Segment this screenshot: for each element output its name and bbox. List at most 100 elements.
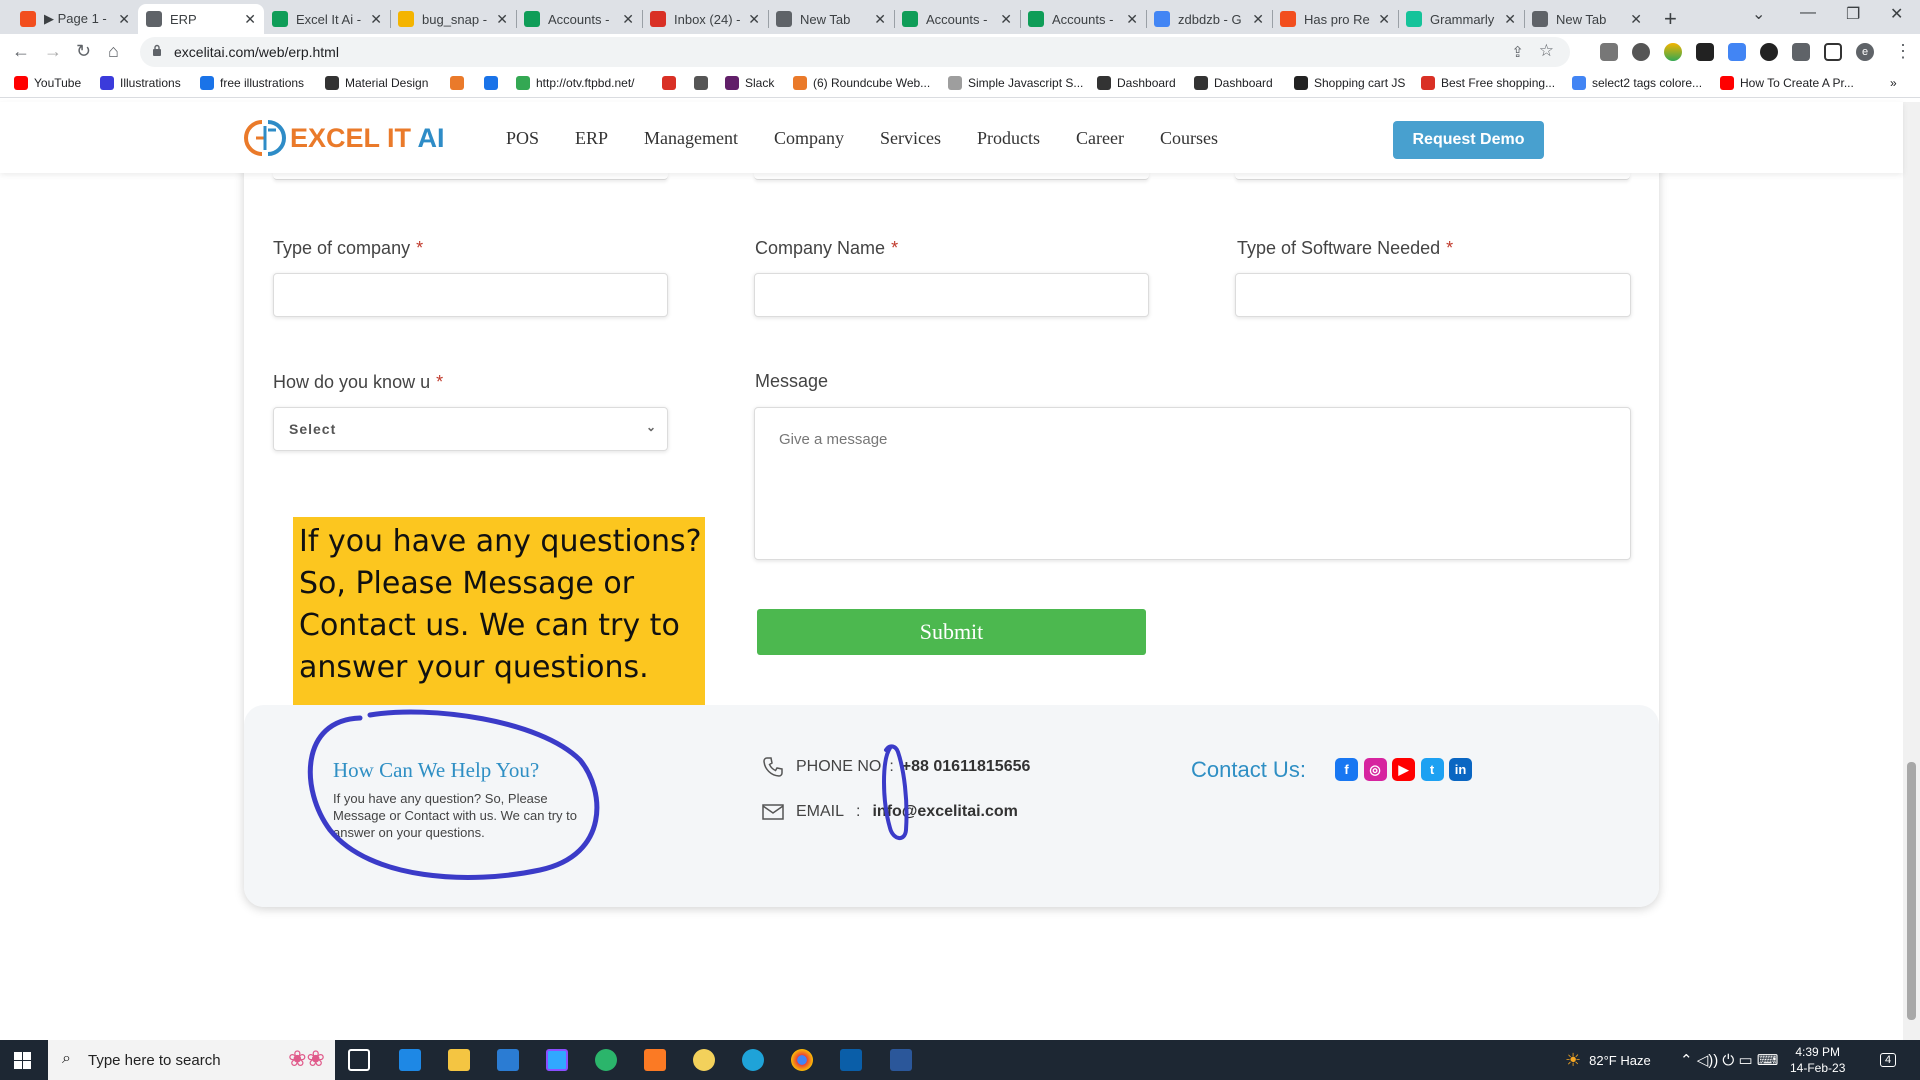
browser-tab[interactable]: New Tab ✕ bbox=[1524, 4, 1650, 34]
whatsapp-icon[interactable] bbox=[595, 1049, 617, 1071]
software-needed-input[interactable] bbox=[1235, 273, 1631, 317]
tab-search-icon[interactable]: ⌄ bbox=[1752, 4, 1765, 24]
facebook-icon[interactable]: f bbox=[1335, 758, 1358, 781]
screenshot-extension-icon[interactable] bbox=[1600, 43, 1618, 61]
back-icon[interactable]: ← bbox=[12, 41, 30, 62]
request-demo-button[interactable]: Request Demo bbox=[1393, 121, 1544, 159]
browser-tab[interactable]: bug_snap - ✕ bbox=[390, 4, 516, 34]
bookmark-item[interactable]: select2 tags colore... bbox=[1572, 76, 1702, 90]
tab-close-icon[interactable]: ✕ bbox=[748, 11, 760, 28]
bookmark-item[interactable]: Dashboard bbox=[1097, 76, 1176, 90]
tab-close-icon[interactable]: ✕ bbox=[1504, 11, 1516, 28]
bookmark-star-icon[interactable]: ☆ bbox=[1539, 41, 1554, 61]
browser-tab[interactable]: zdbdzb - G ✕ bbox=[1146, 4, 1272, 34]
translate-extension-icon[interactable] bbox=[1728, 43, 1746, 61]
previous-row-input[interactable] bbox=[754, 172, 1149, 180]
extension-icon[interactable] bbox=[1632, 43, 1650, 61]
extensions-puzzle-icon[interactable] bbox=[1792, 43, 1810, 61]
bookmark-item[interactable]: YouTube bbox=[14, 76, 81, 90]
bookmark-item[interactable] bbox=[694, 76, 714, 90]
weather-widget[interactable]: ☀ 82°F Haze bbox=[1565, 1040, 1651, 1080]
tab-close-icon[interactable]: ✕ bbox=[622, 11, 634, 28]
nav-company[interactable]: Company bbox=[774, 128, 844, 149]
browser-tab[interactable]: Accounts - ✕ bbox=[894, 4, 1020, 34]
new-tab-button[interactable]: + bbox=[1664, 6, 1677, 32]
task-view-icon[interactable] bbox=[348, 1049, 370, 1071]
bookmark-item[interactable] bbox=[484, 76, 504, 90]
word-icon[interactable] bbox=[890, 1049, 912, 1071]
bookmark-item[interactable]: http://otv.ftpbd.net/ bbox=[516, 76, 635, 90]
bookmark-item[interactable]: Illustrations bbox=[100, 76, 181, 90]
excel-it-ai-logo[interactable]: EXCEL IT AI bbox=[242, 118, 445, 158]
bookmark-item[interactable]: How To Create A Pr... bbox=[1720, 76, 1854, 90]
scrollbar-thumb[interactable] bbox=[1907, 762, 1916, 1020]
chrome-icon[interactable] bbox=[791, 1049, 813, 1071]
vscode-icon[interactable] bbox=[497, 1049, 519, 1071]
close-window-button[interactable]: ✕ bbox=[1890, 4, 1903, 24]
bookmark-item[interactable]: Material Design bbox=[325, 76, 428, 90]
type-of-company-input[interactable] bbox=[273, 273, 668, 317]
instagram-icon[interactable]: ◎ bbox=[1363, 758, 1387, 781]
nav-products[interactable]: Products bbox=[977, 128, 1040, 149]
submit-button[interactable]: Submit bbox=[757, 609, 1146, 655]
how-know-us-select[interactable]: Select ⌄ bbox=[273, 407, 668, 451]
phone-value[interactable]: +88 01611815656 bbox=[902, 758, 1031, 776]
grammarly-extension-icon[interactable] bbox=[1760, 43, 1778, 61]
bookmark-item[interactable]: Simple Javascript S... bbox=[948, 76, 1083, 90]
bookmark-item[interactable] bbox=[662, 76, 682, 90]
tab-close-icon[interactable]: ✕ bbox=[1378, 11, 1390, 28]
browser-tab[interactable]: Accounts - ✕ bbox=[516, 4, 642, 34]
bookmark-item[interactable]: free illustrations bbox=[200, 76, 304, 90]
share-icon[interactable]: ⇪ bbox=[1511, 43, 1524, 61]
nav-services[interactable]: Services bbox=[880, 128, 941, 149]
tab-close-icon[interactable]: ✕ bbox=[1000, 11, 1012, 28]
twitter-icon[interactable]: t bbox=[1420, 758, 1444, 781]
message-textarea[interactable]: Give a message bbox=[754, 407, 1631, 560]
nav-erp[interactable]: ERP bbox=[575, 128, 608, 149]
bookmark-item[interactable]: Best Free shopping... bbox=[1421, 76, 1555, 90]
browser-menu-icon[interactable]: ⋮ bbox=[1894, 41, 1912, 62]
minimize-button[interactable]: — bbox=[1800, 4, 1816, 22]
browser-tab[interactable]: Excel It Ai - ✕ bbox=[264, 4, 390, 34]
nav-career[interactable]: Career bbox=[1076, 128, 1124, 149]
previous-row-input[interactable] bbox=[273, 172, 668, 180]
more-bookmarks-icon[interactable]: » bbox=[1890, 76, 1897, 90]
previous-row-input[interactable] bbox=[1235, 172, 1630, 180]
taskbar-search-box[interactable]: ⌕ Type here to search ❀❀ bbox=[48, 1040, 335, 1080]
tab-close-icon[interactable]: ✕ bbox=[1630, 11, 1642, 28]
sticky-app-icon[interactable] bbox=[693, 1049, 715, 1071]
tab-close-icon[interactable]: ✕ bbox=[1252, 11, 1264, 28]
tab-close-icon[interactable]: ✕ bbox=[1126, 11, 1138, 28]
system-tray-icons[interactable]: ⌃ ◁)) ⏻ ▭ ⌨ bbox=[1680, 1040, 1778, 1080]
browser-tab[interactable]: ERP ✕ bbox=[138, 4, 264, 34]
windows-start-icon[interactable] bbox=[14, 1052, 31, 1069]
side-panel-icon[interactable] bbox=[1824, 43, 1842, 61]
browser-tab[interactable]: ▶ Page 1 - ✕ bbox=[12, 4, 138, 34]
browser-tab[interactable]: Accounts - ✕ bbox=[1020, 4, 1146, 34]
browser-tab[interactable]: Grammarly ✕ bbox=[1398, 4, 1524, 34]
linkedin-icon[interactable]: in bbox=[1449, 758, 1472, 781]
cast-extension-icon[interactable] bbox=[1696, 43, 1714, 61]
file-explorer-icon[interactable] bbox=[448, 1049, 470, 1071]
bookmark-item[interactable]: (6) Roundcube Web... bbox=[793, 76, 930, 90]
color-picker-extension-icon[interactable] bbox=[1664, 43, 1682, 61]
address-bar[interactable]: excelitai.com/web/erp.html ⇪ ☆ bbox=[140, 37, 1570, 67]
browser-tab[interactable]: Inbox (24) - ✕ bbox=[642, 4, 768, 34]
nav-courses[interactable]: Courses bbox=[1160, 128, 1218, 149]
mail-app-icon[interactable] bbox=[399, 1049, 421, 1071]
bookmark-item[interactable]: Shopping cart JS bbox=[1294, 76, 1405, 90]
tab-close-icon[interactable]: ✕ bbox=[370, 11, 382, 28]
nav-pos[interactable]: POS bbox=[506, 128, 539, 149]
clock[interactable]: 4:39 PM 14-Feb-23 bbox=[1790, 1040, 1845, 1080]
forward-icon[interactable]: → bbox=[44, 41, 62, 62]
tab-close-icon[interactable]: ✕ bbox=[874, 11, 886, 28]
photos-icon[interactable] bbox=[840, 1049, 862, 1071]
home-icon[interactable]: ⌂ bbox=[108, 41, 119, 62]
phpstorm-icon[interactable] bbox=[546, 1049, 568, 1071]
edge-icon[interactable] bbox=[742, 1049, 764, 1071]
profile-avatar[interactable]: e bbox=[1856, 43, 1874, 61]
email-value[interactable]: info@excelitai.com bbox=[872, 803, 1017, 821]
company-name-input[interactable] bbox=[754, 273, 1149, 317]
notification-center-button[interactable]: 4 bbox=[1880, 1040, 1897, 1080]
restore-button[interactable]: ❐ bbox=[1846, 4, 1860, 24]
